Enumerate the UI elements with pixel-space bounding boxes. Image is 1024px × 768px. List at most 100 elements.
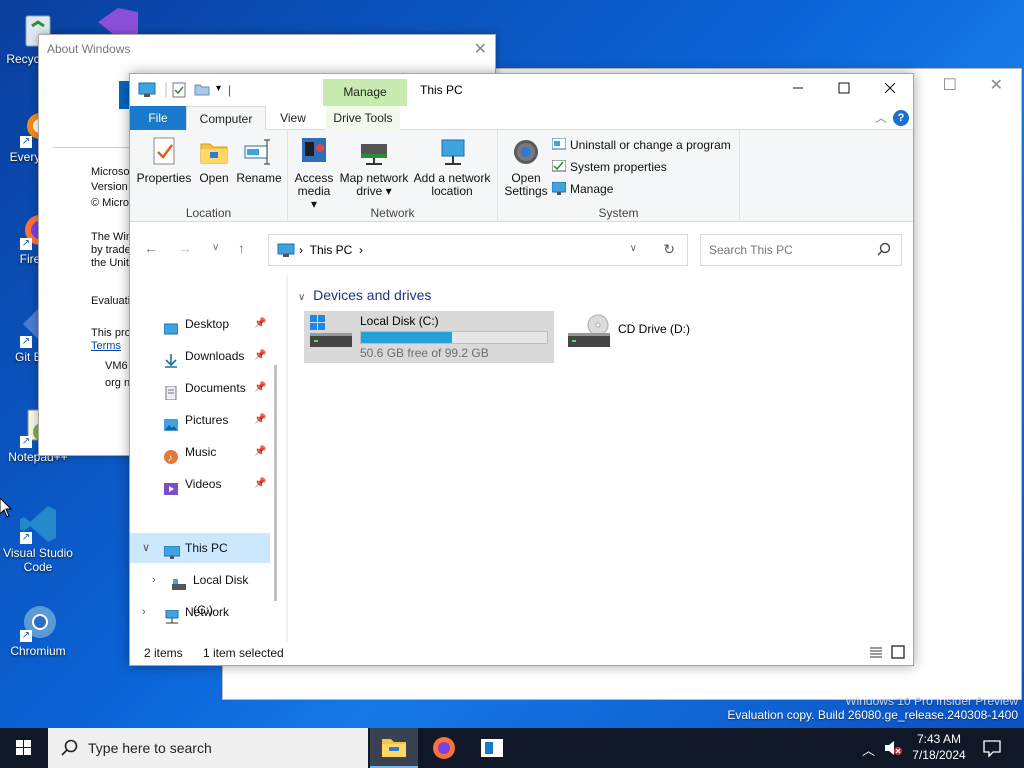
- help-icon[interactable]: ?: [893, 110, 909, 126]
- about-text-line: VM6: [105, 360, 128, 372]
- content-pane[interactable]: ∨ Devices and drives Local Disk (C:) 50.…: [290, 275, 913, 643]
- windows-start-icon: [16, 740, 31, 755]
- ribbon: Properties Open Rename Location Access m…: [130, 130, 913, 222]
- refresh-icon[interactable]: ↻: [663, 241, 675, 258]
- desktop-icon-chromium[interactable]: ↗ Chromium: [0, 602, 76, 658]
- forward-arrow-icon[interactable]: →: [178, 240, 192, 256]
- maximize-icon[interactable]: ☐: [943, 75, 957, 95]
- pane-splitter[interactable]: [286, 275, 288, 643]
- open-folder-icon: [198, 136, 230, 168]
- tab-view[interactable]: View: [270, 106, 316, 130]
- manage-contextual-tab[interactable]: Manage: [323, 79, 407, 106]
- show-hidden-icons-chevron-icon[interactable]: ︿: [862, 740, 875, 759]
- section-collapse-icon[interactable]: ∨: [298, 292, 305, 303]
- ribbon-group-network: Access media ▾ Map network drive ▾ Add a…: [288, 130, 498, 222]
- properties-qat-icon[interactable]: [172, 82, 186, 101]
- pin-icon[interactable]: 📌: [254, 373, 266, 403]
- manage-button[interactable]: Manage: [551, 180, 613, 198]
- nav-item-videos[interactable]: Videos 📌: [130, 469, 270, 499]
- new-folder-qat-icon[interactable]: [194, 82, 210, 99]
- pin-icon[interactable]: 📌: [254, 309, 266, 339]
- system-properties-button[interactable]: System properties: [551, 158, 667, 176]
- breadcrumb-this-pc[interactable]: This PC: [310, 243, 353, 257]
- open-settings-button[interactable]: Open Settings: [502, 136, 550, 198]
- nav-item-downloads[interactable]: Downloads 📌: [130, 341, 270, 371]
- expanded-chevron-icon[interactable]: ∨: [142, 533, 150, 563]
- drive-local-disk-c[interactable]: Local Disk (C:) 50.6 GB free of 99.2 GB: [304, 311, 554, 363]
- uninstall-program-icon: [551, 137, 567, 151]
- uninstall-program-button[interactable]: Uninstall or change a program: [551, 136, 731, 154]
- cd-drive-icon: [566, 313, 612, 354]
- access-media-button[interactable]: Access media ▾: [294, 136, 334, 211]
- address-bar[interactable]: › This PC › ∨ ↻: [268, 234, 688, 266]
- network-location-icon: [436, 136, 468, 168]
- nav-item-local-disk[interactable]: › Local Disk (C:): [130, 565, 270, 617]
- terms-link[interactable]: Terms: [91, 340, 121, 352]
- qat-dropdown-icon[interactable]: ▾: [216, 83, 221, 94]
- properties-icon: [148, 136, 180, 168]
- nav-item-documents[interactable]: Documents 📌: [130, 373, 270, 403]
- open-settings-label-2: Settings: [504, 184, 548, 198]
- drive-cd-d[interactable]: CD Drive (D:): [562, 311, 712, 363]
- taskbar-firefox[interactable]: [420, 728, 468, 768]
- up-arrow-icon[interactable]: ↑: [238, 240, 245, 256]
- notifications-icon[interactable]: [982, 738, 1002, 761]
- start-button[interactable]: [0, 728, 48, 768]
- pin-icon[interactable]: 📌: [254, 437, 266, 467]
- ribbon-tabs: File Computer View Drive Tools ︿ ?: [130, 106, 913, 131]
- pin-icon[interactable]: 📌: [254, 469, 266, 499]
- pin-icon[interactable]: 📌: [254, 341, 266, 371]
- search-input[interactable]: [709, 243, 869, 257]
- nav-item-music[interactable]: ♪ Music 📌: [130, 437, 270, 467]
- network-drive-icon: [358, 136, 390, 168]
- desktop-icon-label: Visual Studio Code: [3, 546, 73, 574]
- properties-button[interactable]: Properties: [136, 136, 192, 185]
- app-window-icon: [481, 739, 503, 757]
- add-network-location-button[interactable]: Add a network location: [412, 136, 492, 198]
- nav-item-pictures[interactable]: Pictures 📌: [130, 405, 270, 435]
- map-network-drive-button[interactable]: Map network drive ▾: [338, 136, 410, 198]
- firefox-icon: [433, 737, 455, 759]
- nav-item-this-pc[interactable]: ∨ This PC: [130, 533, 270, 563]
- address-dropdown-icon[interactable]: ∨: [630, 243, 637, 254]
- nav-scrollbar[interactable]: [274, 365, 277, 601]
- selection-count: 1 item selected: [203, 646, 284, 660]
- rename-button[interactable]: Rename: [236, 136, 282, 185]
- title-bar[interactable]: | ▾ | Manage This PC: [130, 74, 913, 106]
- navigation-pane[interactable]: Desktop 📌 Downloads 📌 Documents 📌 Pictur…: [130, 275, 286, 643]
- tab-drive-tools[interactable]: Drive Tools: [326, 106, 400, 130]
- maximize-button[interactable]: [821, 74, 867, 106]
- close-icon[interactable]: ✕: [474, 39, 487, 59]
- open-button[interactable]: Open: [196, 136, 232, 185]
- tab-file[interactable]: File: [130, 106, 186, 130]
- back-arrow-icon[interactable]: ←: [144, 240, 158, 256]
- taskbar-file-explorer[interactable]: [370, 728, 418, 768]
- nav-item-network[interactable]: › Network: [130, 597, 270, 627]
- breadcrumb[interactable]: › This PC ›: [299, 243, 363, 257]
- collapsed-chevron-icon[interactable]: ›: [152, 565, 156, 595]
- local-disk-icon: [172, 573, 186, 590]
- collapsed-chevron-icon[interactable]: ›: [142, 597, 146, 627]
- pictures-icon: [164, 413, 178, 431]
- volume-muted-icon[interactable]: [884, 740, 902, 759]
- recent-locations-chevron-icon[interactable]: ∨: [212, 242, 219, 253]
- tab-computer[interactable]: Computer: [186, 106, 266, 131]
- network-icon: [164, 605, 179, 624]
- nav-label: Desktop: [185, 317, 230, 331]
- taskbar-app[interactable]: [468, 728, 516, 768]
- section-header[interactable]: ∨ Devices and drives: [298, 287, 431, 303]
- close-icon[interactable]: ✕: [990, 75, 1003, 95]
- search-box[interactable]: [700, 234, 902, 266]
- videos-icon: [164, 477, 178, 495]
- collapse-ribbon-icon[interactable]: ︿: [875, 109, 887, 126]
- details-view-icon[interactable]: [869, 645, 883, 662]
- access-media-label-2: media: [297, 184, 331, 198]
- close-button[interactable]: [867, 74, 913, 106]
- minimize-button[interactable]: [775, 74, 821, 106]
- file-explorer-window[interactable]: | ▾ | Manage This PC File Computer View …: [129, 73, 914, 666]
- nav-item-desktop[interactable]: Desktop 📌: [130, 309, 270, 339]
- large-icons-view-icon[interactable]: [891, 645, 905, 662]
- pin-icon[interactable]: 📌: [254, 405, 266, 435]
- system-clock[interactable]: 7:43 AM 7/18/2024: [904, 731, 974, 763]
- taskbar-search[interactable]: Type here to search: [48, 728, 368, 768]
